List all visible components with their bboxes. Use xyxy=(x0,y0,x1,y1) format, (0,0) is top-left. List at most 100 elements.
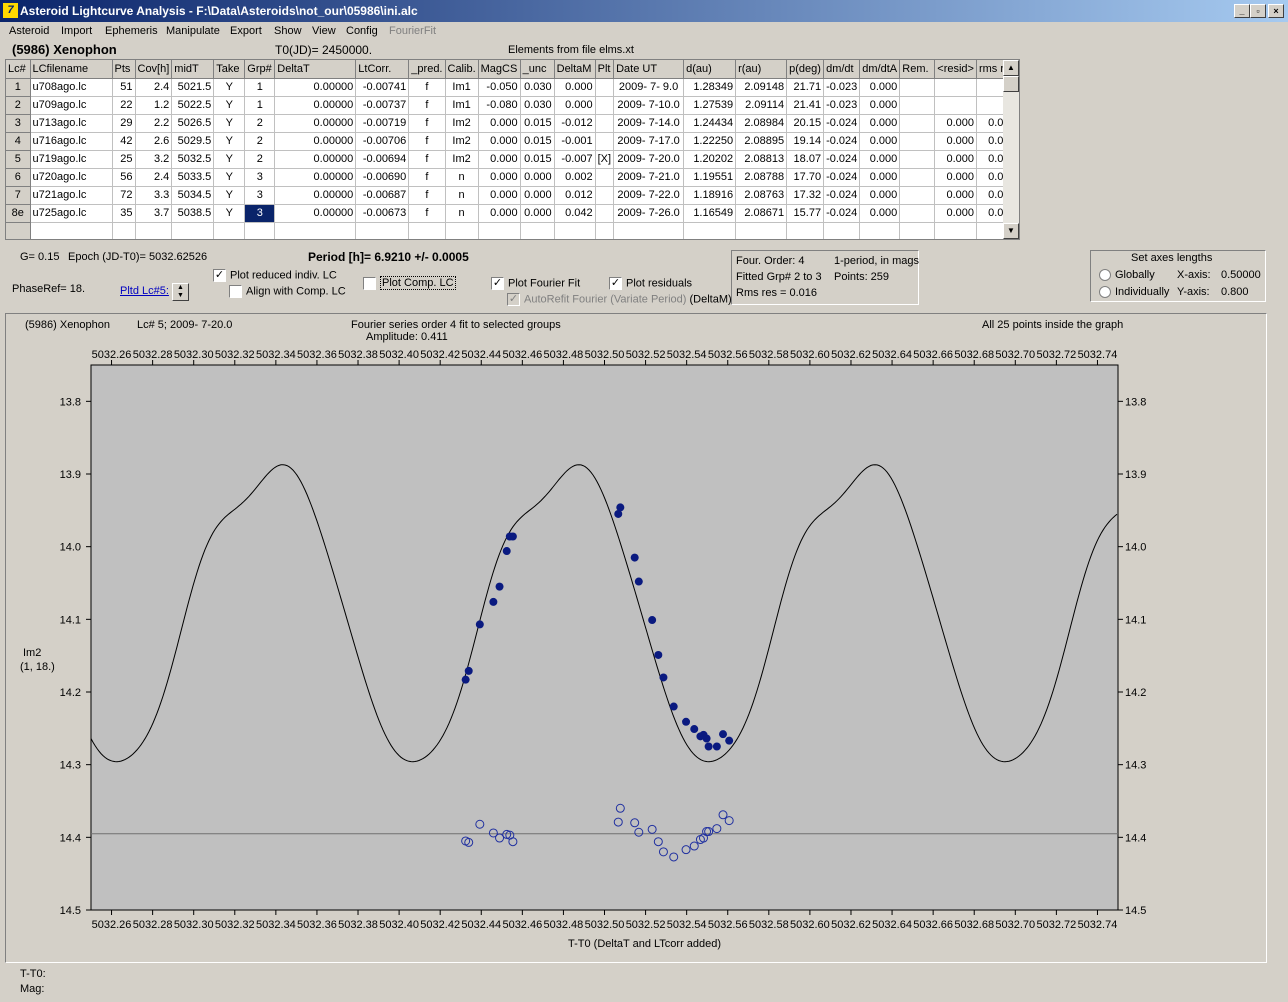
column-header[interactable]: Plt xyxy=(595,60,615,79)
table-cell[interactable]: 8e xyxy=(6,204,31,223)
table-cell[interactable]: 2.09114 xyxy=(735,96,788,115)
table-cell[interactable]: 3 xyxy=(244,168,276,187)
table-cell[interactable]: Y xyxy=(213,114,246,133)
table-cell[interactable]: u708ago.lc xyxy=(30,78,113,97)
restore-button[interactable]: ▫ xyxy=(1250,4,1266,18)
column-header[interactable]: Date UT xyxy=(613,60,685,79)
table-cell[interactable]: 0.015 xyxy=(520,132,555,151)
menu-export[interactable]: Export xyxy=(230,25,262,37)
table-cell[interactable]: f xyxy=(408,204,446,223)
plot-reduced-checkbox[interactable]: ✓ Plot reduced indiv. LC xyxy=(213,269,337,282)
column-header[interactable]: Grp# xyxy=(244,60,276,79)
column-header[interactable]: LtCorr. xyxy=(355,60,410,79)
table-cell[interactable]: 2.2 xyxy=(135,114,173,133)
table-cell[interactable]: 1.28349 xyxy=(683,78,737,97)
table-cell[interactable]: 17.32 xyxy=(786,186,825,205)
table-cell[interactable]: -0.00690 xyxy=(355,168,410,187)
table-cell[interactable] xyxy=(274,222,357,239)
table-cell[interactable] xyxy=(171,222,215,239)
table-cell[interactable]: 0.000 xyxy=(934,132,977,151)
table-cell[interactable]: 2 xyxy=(6,96,31,115)
column-header[interactable]: DeltaT xyxy=(274,60,357,79)
table-cell[interactable]: 1.18916 xyxy=(683,186,737,205)
table-cell[interactable]: f xyxy=(408,168,446,187)
table-cell[interactable]: f xyxy=(408,186,446,205)
table-cell[interactable]: 0.000 xyxy=(859,150,901,169)
table-cell[interactable] xyxy=(6,222,31,239)
table-cell[interactable] xyxy=(595,132,615,151)
table-cell[interactable] xyxy=(823,222,861,239)
table-cell[interactable] xyxy=(899,78,936,97)
table-cell[interactable]: Im2 xyxy=(445,150,479,169)
table-cell[interactable] xyxy=(786,222,825,239)
checkbox-icon[interactable]: ✓ xyxy=(213,269,226,282)
table-cell[interactable]: 1.19551 xyxy=(683,168,737,187)
table-cell[interactable]: 2.08895 xyxy=(735,132,788,151)
table-cell[interactable]: u725ago.lc xyxy=(30,204,113,223)
column-header[interactable]: <resid> xyxy=(934,60,977,79)
table-cell[interactable] xyxy=(554,222,596,239)
table-row[interactable]: 3 u713ago.lc 29 2.2 5026.5 Y 2 0.00000 -0.00719 f… xyxy=(6,114,1019,133)
pltd-lc-link[interactable]: Pltd Lc#5: xyxy=(120,285,169,297)
table-cell[interactable]: 3 xyxy=(6,114,31,133)
xaxis-value[interactable]: 0.50000 xyxy=(1221,269,1261,281)
column-header[interactable]: p(deg) xyxy=(786,60,825,79)
close-button[interactable]: × xyxy=(1268,4,1284,18)
table-cell[interactable] xyxy=(595,222,615,239)
table-cell[interactable]: 15.77 xyxy=(786,204,825,223)
plot-comp-checkbox[interactable]: Plot Comp. LC xyxy=(363,276,456,291)
table-cell[interactable]: 1 xyxy=(6,78,31,97)
table-cell[interactable]: 3.2 xyxy=(135,150,173,169)
table-cell[interactable]: 3.3 xyxy=(135,186,173,205)
column-header[interactable]: Take xyxy=(213,60,246,79)
table-cell[interactable]: 0.000 xyxy=(478,114,521,133)
table-cell[interactable]: 0.000 xyxy=(934,168,977,187)
table-cell[interactable]: 25 xyxy=(112,150,136,169)
table-row[interactable]: 6 u720ago.lc 56 2.4 5033.5 Y 3 0.00000 -0.00690 f… xyxy=(6,168,1019,187)
autorefit-checkbox[interactable]: ✓ AutoRefit Fourier (Variate Period) (Del… xyxy=(507,293,732,306)
table-cell[interactable]: 1.2 xyxy=(135,96,173,115)
table-cell[interactable]: 0.015 xyxy=(520,114,555,133)
table-cell[interactable]: f xyxy=(408,150,446,169)
table-cell[interactable]: 2009- 7-17.0 xyxy=(613,132,685,151)
table-cell[interactable]: -0.024 xyxy=(823,204,861,223)
table-cell[interactable] xyxy=(595,186,615,205)
table-cell[interactable] xyxy=(899,222,936,239)
table-cell[interactable]: 4 xyxy=(6,132,31,151)
table-cell[interactable]: Im1 xyxy=(445,78,479,97)
table-cell[interactable]: 2.08788 xyxy=(735,168,788,187)
table-cell[interactable]: 0.000 xyxy=(478,204,521,223)
table-cell[interactable]: u720ago.lc xyxy=(30,168,113,187)
table-cell[interactable] xyxy=(112,222,136,239)
table-cell[interactable]: 0.000 xyxy=(859,78,901,97)
table-cell[interactable]: 22 xyxy=(112,96,136,115)
column-header[interactable]: _pred. xyxy=(408,60,446,79)
yaxis-value[interactable]: 0.800 xyxy=(1221,286,1249,298)
table-cell[interactable]: 0.00000 xyxy=(274,204,357,223)
table-cell[interactable]: 0.000 xyxy=(478,132,521,151)
table-cell[interactable]: 0.000 xyxy=(520,186,555,205)
table-cell[interactable]: Y xyxy=(213,150,246,169)
column-header[interactable]: Lc# xyxy=(6,60,31,79)
table-cell[interactable]: Im1 xyxy=(445,96,479,115)
checkbox-icon[interactable]: ✓ xyxy=(507,293,520,306)
scroll-down-icon[interactable]: ▼ xyxy=(1003,223,1019,239)
table-cell[interactable]: 0.042 xyxy=(554,204,596,223)
column-header[interactable]: dm/dt xyxy=(823,60,861,79)
lightcurve-plot-panel[interactable]: (5986) Xenophon Lc# 5; 2009- 7-20.0 Four… xyxy=(5,313,1267,963)
table-cell[interactable]: 5032.5 xyxy=(171,150,215,169)
table-cell[interactable] xyxy=(899,96,936,115)
table-cell[interactable] xyxy=(899,168,936,187)
table-cell[interactable]: -0.00737 xyxy=(355,96,410,115)
table-cell[interactable]: 2.08763 xyxy=(735,186,788,205)
table-cell[interactable]: 1.16549 xyxy=(683,204,737,223)
table-cell[interactable]: n xyxy=(445,186,479,205)
minimize-button[interactable]: _ xyxy=(1234,4,1250,18)
table-cell[interactable]: 2009- 7-26.0 xyxy=(613,204,685,223)
menu-import[interactable]: Import xyxy=(61,25,92,37)
table-cell[interactable]: 0.00000 xyxy=(274,168,357,187)
table-cell[interactable]: 0.012 xyxy=(554,186,596,205)
checkbox-icon[interactable]: ✓ xyxy=(491,277,504,290)
table-cell[interactable]: 2.4 xyxy=(135,168,173,187)
table-cell[interactable]: 35 xyxy=(112,204,136,223)
